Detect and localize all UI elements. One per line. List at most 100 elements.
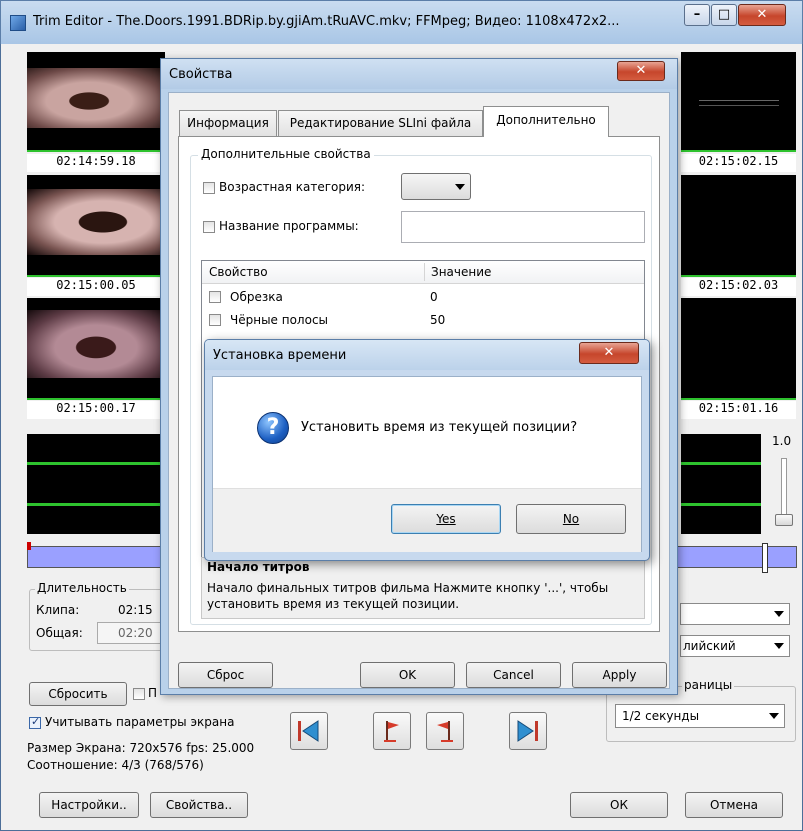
properties-cancel-button[interactable]: Cancel [466,662,561,688]
tab-additional-label: Дополнительно [496,113,596,127]
check-mark-icon: ✓ [31,715,41,728]
tab-slini[interactable]: Редактирование SLIni файла [278,110,483,136]
waveform-left[interactable] [27,434,165,534]
frame-image [27,189,165,255]
zoom-slider-thumb[interactable] [775,514,793,526]
app-icon [10,15,26,31]
timeline-start-marker[interactable] [27,542,31,550]
properties-main-button[interactable]: Свойства.. [150,792,248,818]
main-title-bar[interactable]: Trim Editor - The.Doors.1991.BDRip.by.gj… [0,0,803,44]
row-name: Чёрные полосы [230,313,329,327]
timecode-left-2: 02:15:00.05 [27,278,165,296]
subtitle-lines [699,100,779,106]
set-start-button[interactable] [373,712,411,750]
video-frame-left-1[interactable] [27,52,165,150]
confirm-title-bar[interactable]: Установка времени ✕ [205,340,649,370]
hint-title: Начало титров [207,560,310,574]
settings-button[interactable]: Настройки.. [39,792,139,818]
waveform-track [27,503,165,506]
go-end-button[interactable] [509,712,547,750]
reset-main-button[interactable]: Сбросить [29,682,127,706]
frame-image [27,68,165,128]
header-property: Свойство [209,265,268,279]
additional-group-label: Дополнительные свойства [198,147,374,161]
properties-reset-button[interactable]: Сброс [178,662,273,688]
properties-title-bar[interactable]: Свойства ✕ [161,59,677,89]
tab-info[interactable]: Информация [179,110,277,136]
duration-group-label: Длительность [35,581,129,595]
clip-duration-value: 02:15 [118,603,153,617]
partial-checkbox[interactable] [133,688,145,700]
frame-border [681,150,796,152]
header-divider [424,263,425,281]
step-combo-value: 1/2 секунды [622,709,700,723]
properties-title: Свойства [169,67,233,82]
waveform-track [681,462,761,465]
properties-close-button[interactable]: ✕ [617,61,665,81]
zoom-slider-track[interactable] [781,458,787,522]
video-frame-right-1[interactable] [681,52,796,150]
timecode-right-3: 02:15:01.16 [681,401,796,419]
header-value: Значение [431,265,492,279]
waveform-track [681,503,761,506]
row-value: 0 [430,290,438,304]
step-group-label: раницы [682,678,735,692]
age-combo[interactable] [401,173,471,200]
no-button-label: No [562,512,580,526]
chevron-down-icon [774,643,784,649]
properties-ok-button[interactable]: OK [360,662,455,688]
timeline-end-marker[interactable] [762,543,768,573]
cancel-main-button[interactable]: Отмена [685,792,783,818]
right-combo-1[interactable] [680,603,790,625]
total-duration-label: Общая: [36,626,83,640]
yes-button[interactable]: Yes [391,504,501,534]
aspect-ratio-text: Соотношение: 4/3 (768/576) [27,758,204,772]
program-checkbox[interactable] [203,221,215,233]
frame-border [27,398,165,400]
video-frame-left-2[interactable] [27,175,165,275]
timecode-left-3: 02:15:00.17 [27,401,165,419]
partial-checkbox-label: П [148,686,158,700]
video-frame-left-3[interactable] [27,298,165,398]
hint-text: Начало финальных титров фильма Нажмите к… [207,581,609,611]
row-value: 50 [430,313,446,327]
language-combo[interactable]: лийский [680,635,790,657]
age-label: Возрастная категория: [219,180,366,194]
go-end-icon [517,720,538,742]
clip-duration-label: Клипа: [36,603,80,617]
screen-params-label: Учитывать параметры экрана [45,715,235,729]
ok-main-button[interactable]: ОК [570,792,668,818]
no-button[interactable]: No [516,504,626,534]
row-checkbox[interactable] [209,291,221,303]
timecode-right-2: 02:15:02.03 [681,278,796,296]
screen-params-checkbox[interactable]: ✓ [29,715,41,729]
chevron-down-icon [455,183,465,190]
tab-additional[interactable]: Дополнительно [483,106,609,137]
go-start-button[interactable] [290,712,328,750]
chevron-down-icon [774,611,784,617]
yes-button-label: Yes [436,512,456,526]
age-checkbox[interactable] [203,182,215,194]
tab-slini-label: Редактирование SLIni файла [289,116,472,130]
confirm-message: Установить время из текущей позиции? [301,420,578,435]
timecode-right-1: 02:15:02.15 [681,154,796,172]
frame-border [27,150,165,152]
total-duration-field[interactable]: 02:20 [97,622,167,644]
confirm-close-button[interactable]: ✕ [579,342,639,364]
total-duration-value: 02:20 [118,626,153,640]
close-button[interactable]: ✕ [738,4,786,26]
video-frame-right-3[interactable] [681,298,796,398]
minimize-button[interactable]: – [684,4,710,26]
row-checkbox[interactable] [209,314,221,326]
step-combo[interactable]: 1/2 секунды [615,704,785,728]
program-name-input[interactable] [401,211,645,243]
table-row[interactable]: Обрезка 0 [202,288,644,308]
waveform-right[interactable] [681,434,761,534]
waveform-track [27,462,165,465]
maximize-button[interactable]: □ [711,4,737,26]
set-end-button[interactable] [426,712,464,750]
video-frame-right-2[interactable] [681,175,796,275]
table-row[interactable]: Чёрные полосы 50 [202,311,644,331]
properties-apply-button[interactable]: Apply [572,662,667,688]
end-flag-icon [437,721,453,742]
